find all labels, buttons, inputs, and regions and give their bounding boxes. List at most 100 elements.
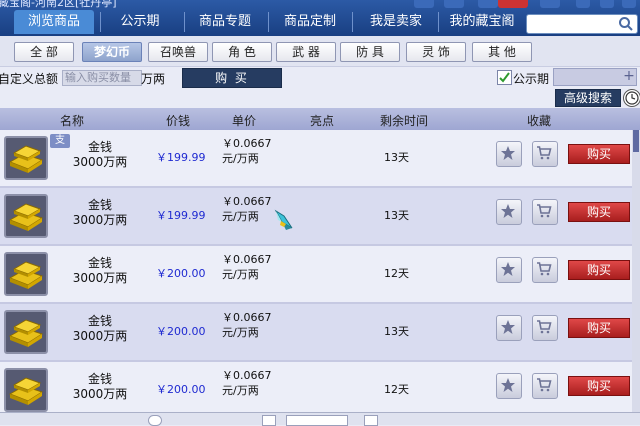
- item-name: 金钱: [87, 372, 112, 386]
- favorite-button[interactable]: [496, 315, 522, 341]
- message-icon[interactable]: [498, 0, 528, 8]
- user-icon[interactable]: [444, 0, 464, 8]
- advanced-search-button[interactable]: 高级搜索: [555, 89, 621, 107]
- category-summon-beast[interactable]: 召唤兽: [148, 42, 208, 62]
- scrollbar-thumb[interactable]: [633, 130, 639, 152]
- tab-separator: [268, 12, 269, 32]
- gold-ingot-icon: [4, 310, 48, 354]
- unit-price-suffix: 元/万两: [222, 210, 259, 223]
- unit-price-suffix: 元/万两: [222, 152, 259, 165]
- item-name: 金钱: [87, 256, 112, 270]
- header-remaining-time: 剩余时间: [380, 114, 429, 128]
- item-price: ￥200.00: [156, 267, 206, 280]
- row-buy-button[interactable]: 购买: [568, 144, 630, 164]
- add-to-cart-button[interactable]: [532, 199, 558, 225]
- item-amount: 3000万两: [72, 387, 128, 401]
- cart-icon[interactable]: [540, 0, 560, 8]
- refresh-icon[interactable]: [148, 415, 162, 426]
- unit-price-suffix: 元/万两: [222, 384, 259, 397]
- quantity-input[interactable]: 输入购买数量: [62, 70, 142, 86]
- check-icon: [499, 72, 510, 83]
- unit-price: ￥0.0667: [222, 195, 272, 208]
- item-amount: 3000万两: [72, 271, 128, 285]
- row-buy-button[interactable]: 购买: [568, 260, 630, 280]
- unit-price-suffix: 元/万两: [222, 326, 259, 339]
- category-spirit-ornament[interactable]: 灵 饰: [406, 42, 466, 62]
- unit-label: 万两: [141, 72, 166, 86]
- favorite-button[interactable]: [496, 199, 522, 225]
- buy-button[interactable]: 购 买: [182, 68, 282, 88]
- window-title: 藏宝阁-河南2区[牡丹亭]: [0, 0, 117, 9]
- tab-separator: [184, 12, 185, 32]
- search-input[interactable]: [526, 14, 638, 34]
- gold-ingot-icon: [4, 194, 48, 238]
- row-buy-button[interactable]: 购买: [568, 318, 630, 338]
- item-amount: 3000万两: [72, 213, 128, 227]
- category-weapon[interactable]: 武 器: [276, 42, 336, 62]
- tab-public-period[interactable]: 公示期: [104, 10, 176, 34]
- info-icon[interactable]: [478, 0, 498, 8]
- header-unit-price: 单价: [232, 114, 257, 128]
- item-price: ￥199.99: [156, 151, 206, 164]
- search-icon[interactable]: [618, 16, 634, 32]
- unit-price: ￥0.0667: [222, 137, 272, 150]
- tab-browse-goods[interactable]: 浏览商品: [14, 10, 94, 34]
- row-buy-button[interactable]: 购买: [568, 202, 630, 222]
- add-to-cart-button[interactable]: [532, 315, 558, 341]
- category-character[interactable]: 角 色: [212, 42, 272, 62]
- minimize-icon[interactable]: [576, 0, 590, 8]
- favorite-button[interactable]: [496, 257, 522, 283]
- header-price: 价钱: [166, 114, 191, 128]
- gold-ingot-icon: [4, 252, 48, 296]
- item-price: ￥200.00: [156, 383, 206, 396]
- gem-icon[interactable]: [272, 208, 296, 232]
- category-other[interactable]: 其 他: [472, 42, 532, 62]
- unit-price-suffix: 元/万两: [222, 268, 259, 281]
- favorite-button[interactable]: [496, 141, 522, 167]
- item-price: ￥200.00: [156, 325, 206, 338]
- remaining-time: 12天: [384, 267, 409, 280]
- unit-price: ￥0.0667: [222, 253, 272, 266]
- gear-icon[interactable]: [600, 0, 614, 8]
- add-to-cart-button[interactable]: [532, 257, 558, 283]
- category-all[interactable]: 全 部: [14, 42, 74, 62]
- add-to-cart-button[interactable]: [532, 141, 558, 167]
- alipay-badge: 支: [50, 134, 70, 148]
- prev-page-button[interactable]: [262, 415, 276, 426]
- gold-ingot-icon: [4, 136, 48, 180]
- tab-separator: [352, 12, 353, 32]
- close-icon[interactable]: [622, 0, 636, 8]
- favorite-button[interactable]: [496, 373, 522, 399]
- gold-ingot-icon: [4, 368, 48, 412]
- row-buy-button[interactable]: 购买: [568, 376, 630, 396]
- item-amount: 3000万两: [72, 329, 128, 343]
- plus-icon[interactable]: +: [622, 69, 636, 83]
- item-amount: 3000万两: [72, 155, 128, 169]
- tab-goods-custom[interactable]: 商品定制: [272, 10, 348, 34]
- remaining-time: 13天: [384, 209, 409, 222]
- next-page-button[interactable]: [364, 415, 378, 426]
- item-name: 金钱: [87, 198, 112, 212]
- category-armor[interactable]: 防 具: [340, 42, 400, 62]
- unit-price: ￥0.0667: [222, 311, 272, 324]
- page-input[interactable]: [286, 415, 348, 426]
- item-price: ￥199.99: [156, 209, 206, 222]
- row-divider: [0, 186, 632, 188]
- item-name: 金钱: [87, 140, 112, 154]
- scrollbar[interactable]: [632, 130, 640, 412]
- public-period-checkbox[interactable]: [497, 70, 512, 85]
- remaining-time: 13天: [384, 325, 409, 338]
- add-to-cart-button[interactable]: [532, 373, 558, 399]
- row-divider: [0, 360, 632, 362]
- tab-separator: [438, 12, 439, 32]
- header-highlight: 亮点: [310, 114, 335, 128]
- clock-icon[interactable]: [623, 89, 640, 107]
- tab-separator: [100, 12, 101, 32]
- tab-i-am-seller[interactable]: 我是卖家: [356, 10, 436, 34]
- tab-my-treasure[interactable]: 我的藏宝阁: [442, 10, 522, 34]
- category-currency[interactable]: 梦幻币: [82, 42, 142, 62]
- unit-price: ￥0.0667: [222, 369, 272, 382]
- remaining-time: 13天: [384, 151, 409, 164]
- tab-goods-topic[interactable]: 商品专题: [188, 10, 262, 34]
- help-icon[interactable]: [414, 0, 434, 8]
